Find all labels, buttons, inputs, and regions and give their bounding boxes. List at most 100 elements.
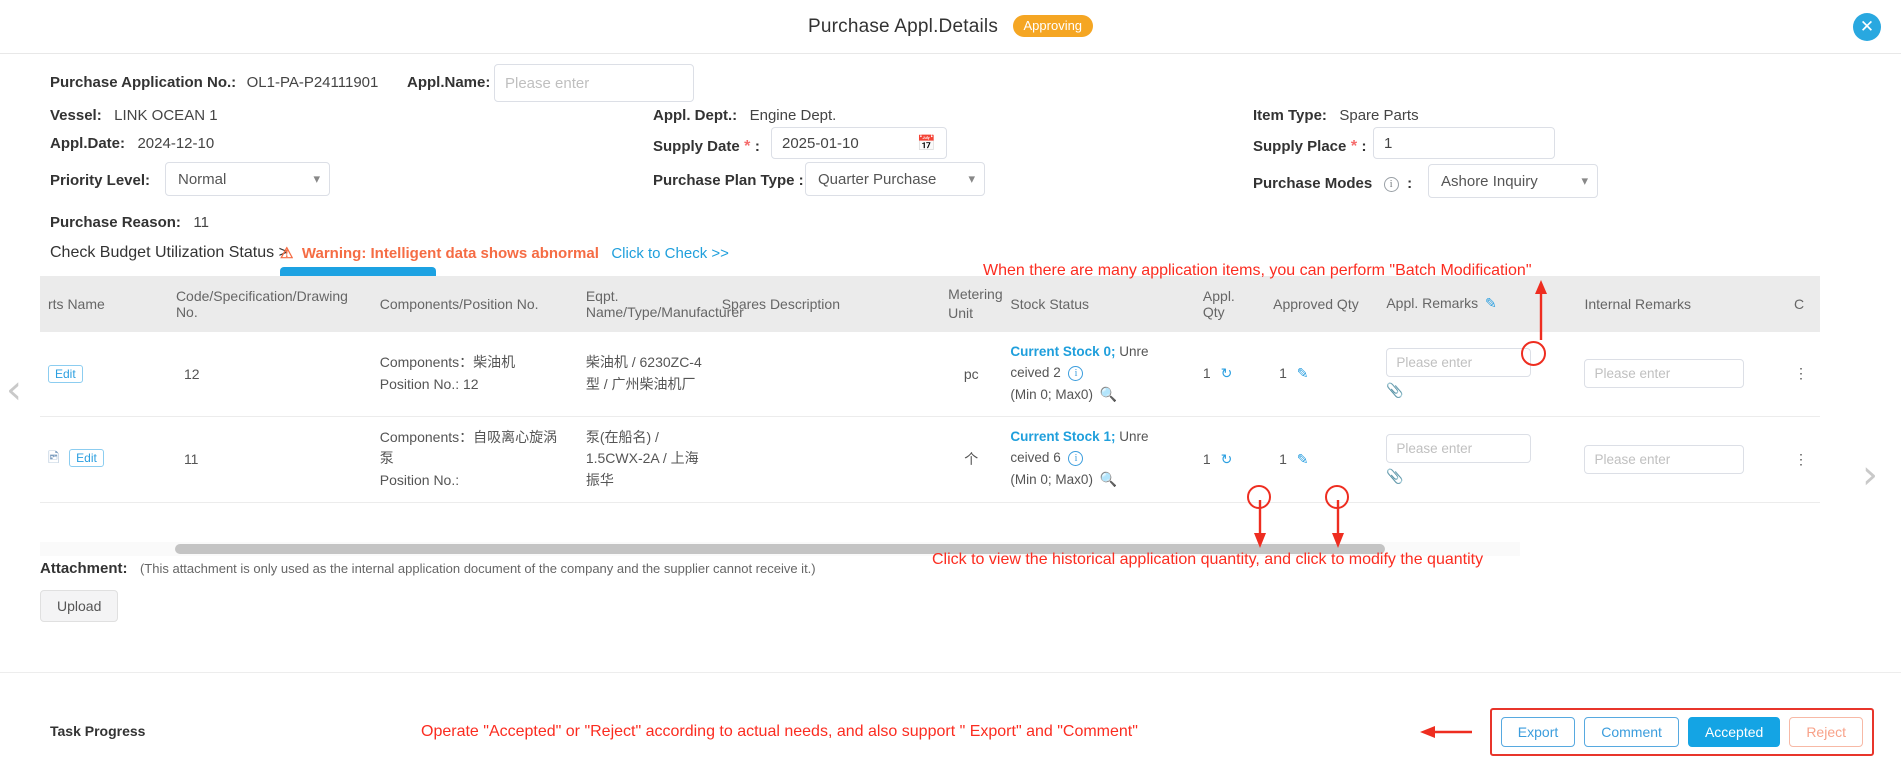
cell-code: 11 bbox=[167, 416, 372, 503]
stock-line-2: ceived 2 i bbox=[1010, 363, 1186, 384]
col-spares-description[interactable]: Spares Description bbox=[713, 276, 941, 332]
batch-edit-icon[interactable]: ✎ bbox=[1485, 295, 1497, 311]
purchase-plan-type-label-wrap: Purchase Plan Type : bbox=[653, 172, 804, 190]
cell-internal-remarks: Please enter bbox=[1576, 331, 1786, 417]
appl-name-label: Appl.Name: bbox=[407, 74, 491, 91]
stock-current: Current Stock 1; bbox=[1010, 429, 1116, 445]
purchase-modes-select[interactable]: Ashore Inquiry ▾ bbox=[1428, 164, 1598, 198]
annotation-circle-approved-qty bbox=[1325, 485, 1349, 509]
supply-date-label: Supply Date bbox=[653, 138, 740, 155]
image-icon[interactable]: 🖻 bbox=[48, 449, 59, 465]
position-line: Position No.: bbox=[380, 470, 570, 492]
priority-level-label: Priority Level: bbox=[50, 172, 151, 189]
warning-triangle-icon: ⚠ bbox=[280, 245, 294, 262]
supply-place-label-wrap: Supply Place * : bbox=[1253, 138, 1367, 156]
col-approved-qty[interactable]: Approved Qty bbox=[1265, 276, 1379, 332]
history-icon[interactable]: ↻ bbox=[1221, 451, 1233, 467]
supply-place-input[interactable]: 1 bbox=[1373, 127, 1555, 159]
table-row[interactable]: 🖻 Edit 11 Components：自吸离心旋涡泵 Position No… bbox=[40, 416, 1820, 503]
next-record-arrow-icon[interactable]: › bbox=[1862, 455, 1878, 495]
info-icon[interactable]: i bbox=[1383, 177, 1399, 192]
col-appl-remarks-label: Appl. Remarks bbox=[1386, 295, 1479, 312]
vessel-label: Vessel: bbox=[50, 107, 102, 124]
appl-remarks-input[interactable]: Please enter bbox=[1386, 348, 1532, 378]
appl-name-input[interactable]: Please enter bbox=[494, 64, 694, 102]
annotation-arrow-batch-edit bbox=[1535, 280, 1547, 340]
info-icon[interactable]: i bbox=[1068, 365, 1084, 381]
internal-remarks-input[interactable]: Please enter bbox=[1584, 444, 1745, 474]
priority-level-select[interactable]: Normal ▾ bbox=[165, 162, 330, 196]
stock-unreceived-part: Unre bbox=[1115, 429, 1149, 445]
appl-date-value: 2024-12-10 bbox=[137, 135, 215, 152]
attachment-clip-icon[interactable]: 📎 bbox=[1386, 468, 1568, 485]
internal-remarks-input[interactable]: Please enter bbox=[1584, 359, 1745, 389]
components-label: Components： bbox=[379, 353, 474, 370]
page-title: Purchase Appl.Details bbox=[807, 16, 999, 37]
row-edit-button[interactable]: Edit bbox=[48, 364, 83, 383]
export-button[interactable]: Export bbox=[1500, 717, 1576, 747]
reject-button[interactable]: Reject bbox=[1789, 717, 1863, 747]
item-type-label: Item Type: bbox=[1253, 107, 1327, 124]
col-code-spec-drawing[interactable]: Code/Specification/Drawing No. bbox=[167, 276, 372, 332]
comment-button[interactable]: Comment bbox=[1584, 717, 1679, 747]
col-appl-qty[interactable]: Appl. Qty bbox=[1194, 276, 1266, 332]
prev-record-arrow-icon[interactable]: ‹ bbox=[6, 370, 22, 410]
table-row[interactable]: Edit 12 Components：柴油机 Position No.: 12 … bbox=[40, 331, 1820, 417]
col-internal-remarks[interactable]: Internal Remarks bbox=[1576, 276, 1786, 332]
check-budget-link[interactable]: Check Budget Utilization Status > bbox=[50, 244, 288, 262]
col-eqpt-name-type-manufacturer[interactable]: Eqpt. Name/Type/Manufacturer bbox=[577, 276, 744, 332]
stock-line-2: ceived 6 i bbox=[1010, 448, 1186, 469]
appl-remarks-input[interactable]: Please enter bbox=[1386, 433, 1532, 463]
col-overflow[interactable]: C bbox=[1785, 276, 1820, 332]
cell-eqpt: 泵(在船名) / 1.5CWX-2A / 上海振华 bbox=[577, 416, 714, 503]
col-parts-name[interactable]: rts Name bbox=[40, 276, 168, 332]
appl-date-label: Appl.Date: bbox=[50, 135, 125, 152]
field-item-type: Item Type: Spare Parts bbox=[1253, 107, 1419, 125]
cell-row-overflow[interactable]: ⋮ bbox=[1785, 416, 1820, 503]
col-components-position[interactable]: Components/Position No. bbox=[371, 276, 578, 332]
purchase-plan-type-value: Quarter Purchase bbox=[818, 170, 937, 188]
cell-stock-status: Current Stock 0; Unre ceived 2 i (Min 0;… bbox=[1002, 331, 1195, 417]
upload-button[interactable]: Upload bbox=[40, 590, 119, 622]
annotation-circle-batch-edit bbox=[1521, 341, 1546, 366]
stock-current: Current Stock 0; bbox=[1010, 343, 1116, 359]
position-label: Position No.: bbox=[379, 471, 460, 488]
close-icon[interactable]: ✕ bbox=[1853, 13, 1881, 41]
row-edit-button[interactable]: Edit bbox=[69, 449, 104, 468]
stock-lookup-icon[interactable]: 🔍 bbox=[1100, 471, 1117, 487]
stock-minmax: (Min 0; Max0) bbox=[1010, 386, 1093, 402]
warning-check-link[interactable]: Click to Check >> bbox=[611, 245, 729, 262]
appl-dept-value: Engine Dept. bbox=[749, 107, 837, 124]
purchase-application-no-value: OL1-PA-P24111901 bbox=[246, 74, 379, 91]
cell-parts-name: Edit bbox=[40, 331, 168, 417]
components-label: Components： bbox=[379, 428, 474, 445]
cell-eqpt: 柴油机 / 6230ZC-4型 / 广州柴油机厂 bbox=[577, 331, 714, 417]
position-label: Position No.: bbox=[379, 375, 460, 392]
attachment-clip-icon[interactable]: 📎 bbox=[1386, 382, 1568, 399]
purchase-plan-type-select[interactable]: Quarter Purchase ▾ bbox=[805, 162, 985, 196]
footer-divider bbox=[0, 672, 1901, 673]
cell-components-position: Components：自吸离心旋涡泵 Position No.: bbox=[371, 416, 578, 503]
stock-line-1: Current Stock 0; Unre bbox=[1010, 342, 1186, 363]
edit-qty-icon[interactable]: ✎ bbox=[1297, 451, 1309, 467]
cell-spares-description bbox=[713, 331, 941, 417]
col-stock-status[interactable]: Stock Status bbox=[1002, 276, 1195, 332]
edit-qty-icon[interactable]: ✎ bbox=[1297, 365, 1309, 381]
chevron-down-icon: ▾ bbox=[1581, 173, 1588, 188]
status-badge: Approving bbox=[1012, 15, 1094, 37]
field-appl-date: Appl.Date: 2024-12-10 bbox=[50, 135, 214, 153]
col-metering-unit[interactable]: Metering Unit bbox=[940, 276, 1003, 332]
stock-lookup-icon[interactable]: 🔍 bbox=[1100, 386, 1117, 402]
supply-date-input[interactable]: 2025-01-10 📅 bbox=[771, 127, 947, 159]
chevron-down-icon: ▾ bbox=[313, 171, 320, 186]
info-icon[interactable]: i bbox=[1068, 451, 1084, 467]
components-value: 柴油机 bbox=[473, 353, 516, 370]
cell-row-overflow[interactable]: ⋮ bbox=[1785, 331, 1820, 417]
stock-line-3: (Min 0; Max0) 🔍 bbox=[1010, 469, 1186, 491]
calendar-icon[interactable]: 📅 bbox=[917, 134, 936, 152]
accepted-button[interactable]: Accepted bbox=[1687, 717, 1781, 747]
cell-stock-status: Current Stock 1; Unre ceived 6 i (Min 0;… bbox=[1002, 416, 1195, 503]
attachment-section: Attachment: (This attachment is only use… bbox=[40, 560, 816, 622]
history-icon[interactable]: ↻ bbox=[1221, 365, 1233, 381]
supply-place-colon: : bbox=[1361, 138, 1367, 155]
